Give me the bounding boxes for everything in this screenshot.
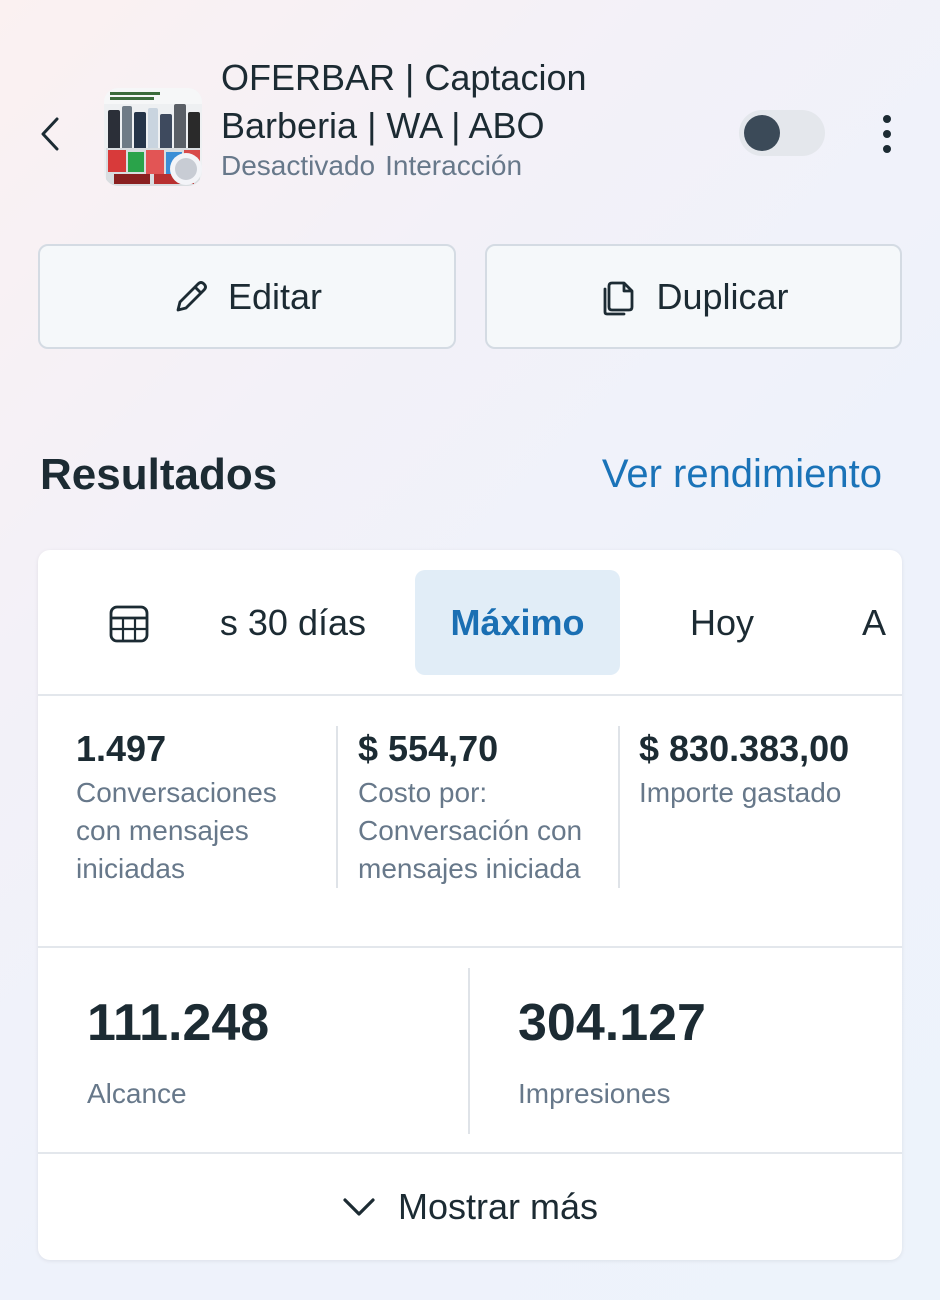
toggle-knob — [744, 115, 780, 151]
metrics-row: 1.497 Conversaciones con mensajes inicia… — [38, 696, 902, 948]
show-more-button[interactable]: Mostrar más — [38, 1154, 902, 1260]
metric-conversations: 1.497 Conversaciones con mensajes inicia… — [76, 726, 326, 888]
divider — [336, 726, 338, 888]
metric-amount-spent: $ 830.383,00 Importe gastado — [639, 726, 902, 812]
metric-label: Impresiones — [518, 1078, 671, 1109]
duplicate-icon — [604, 281, 634, 315]
ad-objective: Interacción — [385, 150, 523, 181]
ad-header: OFERBAR | Captacion Barberia | WA | ABO … — [0, 0, 940, 210]
duplicate-button[interactable]: Duplicar — [485, 244, 902, 349]
summary-row: 111.248 Alcance 304.127 Impresiones — [38, 948, 902, 1154]
tab-partial[interactable]: A — [862, 570, 886, 675]
metric-value: 1.497 — [76, 728, 167, 769]
more-vertical-icon — [883, 115, 891, 123]
metric-impressions: 304.127 Impresiones — [518, 988, 706, 1110]
ad-active-toggle[interactable] — [739, 110, 825, 156]
ad-subtitle: Desactivado Interacción — [221, 150, 522, 182]
back-button[interactable] — [30, 112, 70, 156]
chevron-down-icon — [343, 1198, 375, 1216]
metric-cost-per-result: $ 554,70 Costo por: Conversación con men… — [358, 726, 613, 888]
metric-label: Costo por: Conversación con mensajes ini… — [358, 777, 583, 884]
tab-today[interactable]: Hoy — [690, 570, 754, 675]
results-heading: Resultados — [40, 450, 278, 499]
edit-label: Editar — [227, 275, 323, 317]
divider — [468, 968, 470, 1134]
metric-value: 111.248 — [87, 994, 270, 1052]
view-performance-link[interactable]: Ver rendimiento — [602, 452, 882, 497]
ad-title: OFERBAR | Captacion Barberia | WA | ABO — [221, 57, 587, 146]
date-range-tabs: s 30 días Máximo Hoy A — [38, 550, 902, 696]
metric-reach: 111.248 Alcance — [87, 988, 269, 1110]
tab-maximum[interactable]: Máximo — [415, 570, 620, 675]
results-card: s 30 días Máximo Hoy A 1.497 Conversacio… — [38, 550, 902, 1260]
calendar-table-icon[interactable] — [108, 604, 150, 644]
more-options-button[interactable] — [868, 110, 906, 158]
status-indicator — [170, 153, 202, 185]
metric-label: Alcance — [87, 1078, 187, 1109]
chevron-left-icon — [41, 117, 59, 151]
pencil-icon — [176, 280, 207, 311]
metric-label: Conversaciones con mensajes iniciadas — [76, 777, 277, 884]
metric-label: Importe gastado — [639, 777, 842, 808]
divider — [618, 726, 620, 888]
duplicate-label: Duplicar — [656, 275, 789, 317]
metric-value: 304.127 — [518, 994, 706, 1052]
metric-value: $ 830.383,00 — [639, 728, 850, 769]
metric-value: $ 554,70 — [358, 728, 499, 769]
edit-button[interactable]: Editar — [38, 244, 456, 349]
show-more-label: Mostrar más — [397, 1186, 599, 1227]
tab-last-30-days[interactable]: s 30 días — [196, 570, 366, 675]
ad-status: Desactivado — [221, 150, 376, 181]
